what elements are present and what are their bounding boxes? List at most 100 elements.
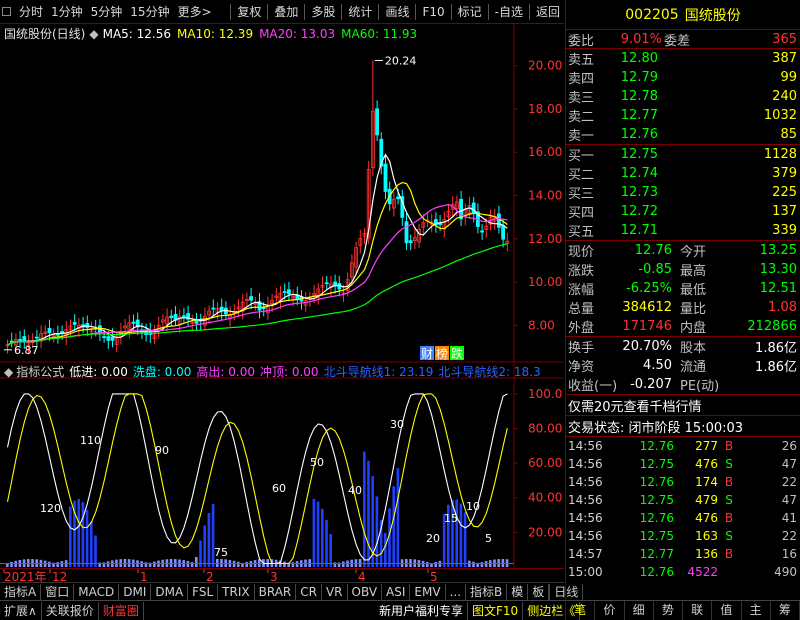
quote-tab-5[interactable]: 值 <box>712 601 742 620</box>
order-level-row[interactable]: 买四 12.72 137 <box>566 202 800 221</box>
period-selector: 分时 1分钟 5分钟 15分钟 更多> <box>0 0 216 24</box>
promo-row[interactable]: 仅需20元查看千档行情 <box>566 395 800 416</box>
chart-toolbar: 分时 1分钟 5分钟 15分钟 更多> 复权 叠加 多股 统计 画线 F10 标记 -自选 返回 <box>0 0 564 24</box>
tick-price: 12.75 <box>639 457 674 471</box>
level-price: 12.74 <box>620 166 658 181</box>
stat-label: 外盘 <box>568 321 595 336</box>
indicator-tab-12[interactable]: EMV <box>410 583 446 600</box>
indicator-bar <box>459 503 463 567</box>
stat-value: 384612 <box>622 300 672 315</box>
chart-canvas[interactable]: 20.00 18.00 16.00 14.00 12.00 10.00 8.00 100.0 8… <box>0 24 564 568</box>
fundamental-row: 收益(一) -0.207 PE(动) <box>566 375 800 394</box>
indicator-toggle-icon[interactable]: ◆ <box>4 365 13 379</box>
indicator-level-label: 75 <box>214 546 228 559</box>
indicator-tab-9[interactable]: VR <box>322 583 348 600</box>
order-level-row[interactable]: 卖三 12.78 240 <box>566 87 800 106</box>
period-tab-0[interactable]: 分时 <box>15 0 47 24</box>
toolbar-button-3[interactable]: 统计 <box>344 0 376 24</box>
quote-tab-4[interactable]: 联 <box>683 601 713 620</box>
fundamental-row: 换手 20.70% 股本 1.86亿 <box>566 337 800 356</box>
indicator-tab-0[interactable]: 指标A <box>0 583 42 600</box>
indicator-tab-1[interactable]: 窗口 <box>41 583 75 600</box>
bottom-tab-0[interactable]: 扩展∧ <box>0 601 42 620</box>
indicator-tab-4[interactable]: DMA <box>151 583 189 600</box>
candle <box>505 232 510 252</box>
indicator-tab-13[interactable]: ... <box>446 583 467 600</box>
indicator-bar <box>195 556 198 567</box>
period-tab-3[interactable]: 15分钟 <box>126 0 173 24</box>
toolbar-button-1[interactable]: 叠加 <box>270 0 302 24</box>
order-level-row[interactable]: 买五 12.71 339 <box>566 221 800 240</box>
stat-value: 171746 <box>622 319 672 334</box>
order-level-row[interactable]: 买三 12.73 225 <box>566 183 800 202</box>
quote-tab-2[interactable]: 细 <box>625 601 654 620</box>
bottom-link-1[interactable]: 图文F10 <box>468 601 524 620</box>
quote-tab-6[interactable]: 主 <box>742 601 771 620</box>
tick-time: 14:56 <box>568 493 603 507</box>
tick-time: 14:56 <box>568 439 603 453</box>
level-volume: 85 <box>780 127 797 142</box>
indicator-bar <box>90 521 93 567</box>
indicator-legend-item[interactable]: 指标公式 <box>16 365 64 379</box>
indicator-legend: ◆ 指标公式 低进: 0.00 洗盘: 0.00 高出: 0.00 冲顶: 0.00 北斗导… <box>4 364 546 380</box>
toolbar-divider <box>230 3 232 20</box>
period-tab-2[interactable]: 5分钟 <box>87 0 127 24</box>
y-tick-label: 20.00 <box>528 59 562 73</box>
quote-tab-7[interactable]: 筹 <box>771 601 800 620</box>
order-level-row[interactable]: 卖四 12.79 99 <box>566 68 800 87</box>
toolbar-button-7[interactable]: -自选 <box>491 0 527 24</box>
tick-count: 22 <box>781 475 797 489</box>
indicator-tab-7[interactable]: BRAR <box>255 583 297 600</box>
indicator-tab-15[interactable]: 模 <box>507 583 529 600</box>
y-tick-label: 10.00 <box>528 275 562 289</box>
toolbar-checkbox[interactable] <box>2 7 11 16</box>
period-tab-1[interactable]: 1分钟 <box>47 0 87 24</box>
indicator-tab-14[interactable]: 指标B <box>466 583 508 600</box>
quote-tab-1[interactable]: 价 <box>595 601 625 620</box>
indicator-bar <box>384 532 387 567</box>
tick-volume: 174 <box>695 475 718 489</box>
quote-tab-3[interactable]: 势 <box>654 601 683 620</box>
indicator-tab-8[interactable]: CR <box>296 583 322 600</box>
order-level-row[interactable]: 买一 12.75 1128 <box>566 145 800 164</box>
toolbar-button-4[interactable]: 画线 <box>381 0 413 24</box>
indicator-legend-item: 北斗导航线1: 23.19 <box>323 365 434 379</box>
toolbar-button-8[interactable]: 返回 <box>532 0 564 24</box>
stat-label: 总量 <box>568 302 595 317</box>
toolbar-button-5[interactable]: F10 <box>418 0 448 24</box>
level-label: 卖四 <box>568 72 595 87</box>
tick-volume: 476 <box>695 457 718 471</box>
bottom-tab-1[interactable]: 关联报价 <box>42 601 99 620</box>
indicator-tab-2[interactable]: MACD <box>74 583 120 600</box>
candle <box>324 276 329 290</box>
candle <box>236 299 241 317</box>
level-price: 12.72 <box>620 204 658 219</box>
candle <box>433 212 438 233</box>
indicator-tab-3[interactable]: DMI <box>119 583 152 600</box>
indicator-level-label: 90 <box>155 444 169 457</box>
indicator-bar <box>216 559 219 567</box>
indicator-level-label: 20 <box>426 532 440 545</box>
order-level-row[interactable]: 卖五 12.80 387 <box>566 49 800 68</box>
order-level-row[interactable]: 买二 12.74 379 <box>566 164 800 183</box>
bottom-link-0[interactable]: 新用户福利专享 <box>375 601 469 620</box>
indicator-tab-11[interactable]: ASI <box>382 583 411 600</box>
period-tab-4[interactable]: 更多> <box>174 0 216 24</box>
toolbar-button-6[interactable]: 标记 <box>454 0 486 24</box>
bottom-tab-2[interactable]: 财富圈 <box>99 601 144 620</box>
collapse-icon[interactable]: ◆ <box>89 27 98 41</box>
toolbar-button-2[interactable]: 多股 <box>307 0 339 24</box>
order-level-row[interactable]: 卖二 12.77 1032 <box>566 106 800 125</box>
indicator-tab-10[interactable]: OBV <box>348 583 383 600</box>
tick-side: B <box>724 439 734 453</box>
indicator-tab-16[interactable]: 板 <box>528 583 550 600</box>
toolbar-button-0[interactable]: 复权 <box>233 0 265 24</box>
order-level-row[interactable]: 卖一 12.76 85 <box>566 125 800 144</box>
promo-text[interactable]: 仅需20元查看千档行情 <box>566 396 702 415</box>
candle <box>207 305 212 324</box>
quote-tab-0[interactable]: 笔 <box>566 601 596 620</box>
indicator-level-label: 40 <box>348 484 362 497</box>
indicator-tab-6[interactable]: TRIX <box>218 583 255 600</box>
indicator-tab-5[interactable]: FSL <box>188 583 219 600</box>
level-volume: 379 <box>772 166 797 181</box>
